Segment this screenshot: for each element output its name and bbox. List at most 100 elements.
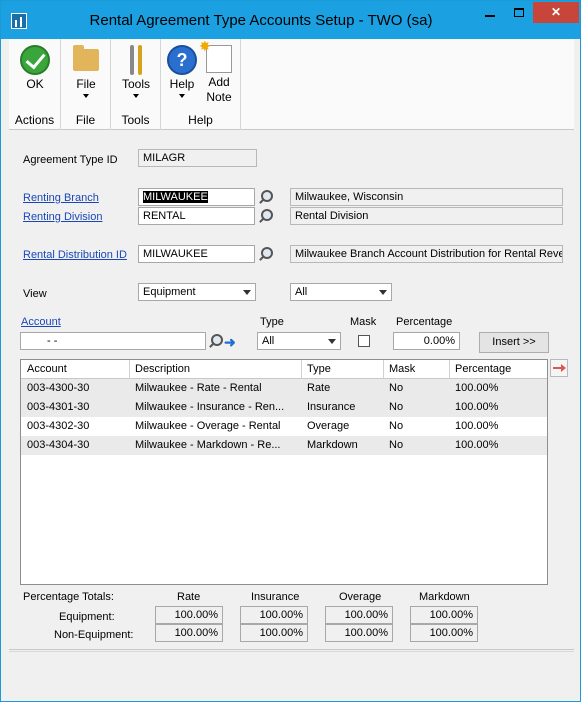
ribbon-group-actions: OK Actions <box>9 39 61 130</box>
arrow-right-icon[interactable]: ➜ <box>224 335 238 349</box>
accounts-grid: Account Description Type Mask Percentage… <box>20 359 548 585</box>
help-icon: ? <box>167 45 197 75</box>
ribbon-group-tools: Tools Tools <box>111 39 161 130</box>
ok-button-label: OK <box>26 77 44 91</box>
type-dropdown-value: All <box>262 335 275 347</box>
file-button[interactable]: File <box>67 45 105 98</box>
file-button-label: File <box>76 77 96 91</box>
cell-type: Rate <box>307 382 331 394</box>
totals-col-rate: Rate <box>177 591 201 603</box>
cell-mask: No <box>389 401 404 413</box>
tools-button[interactable]: Tools <box>117 45 155 98</box>
equipment-overage-total: 100.00% <box>325 606 393 624</box>
rental-distribution-id-link[interactable]: Rental Distribution ID <box>23 249 127 261</box>
ok-button[interactable]: OK <box>15 45 55 92</box>
percentage-totals-label: Percentage Totals: <box>23 591 114 603</box>
equipment-markdown-total: 100.00% <box>410 606 478 624</box>
tools-icon <box>124 45 148 75</box>
renting-branch-input[interactable]: MILWAUKEE <box>138 188 255 206</box>
chevron-down-icon <box>133 94 139 98</box>
chevron-down-icon <box>328 339 336 344</box>
renting-division-input[interactable]: RENTAL <box>138 207 255 225</box>
account-input[interactable]: - - <box>20 332 206 350</box>
table-row[interactable]: 003-4304-30 Milwaukee - Markdown - Re...… <box>21 436 547 455</box>
column-header-account[interactable]: Account <box>27 363 67 375</box>
agreement-type-id-label: Agreement Type ID <box>23 154 118 166</box>
column-header-description[interactable]: Description <box>135 363 190 375</box>
non-equipment-insurance-total: 100.00% <box>240 624 308 642</box>
maximize-icon <box>514 8 524 18</box>
cell-account: 003-4300-30 <box>27 382 90 394</box>
totals-col-insurance: Insurance <box>251 591 300 603</box>
view-label: View <box>23 288 47 300</box>
view-filter-dropdown[interactable]: All <box>290 283 392 301</box>
cell-percentage: 100.00% <box>455 401 499 413</box>
title-bar: Rental Agreement Type Accounts Setup - T… <box>1 1 580 39</box>
grid-header: Account Description Type Mask Percentage <box>21 360 547 379</box>
insert-button[interactable]: Insert >> <box>479 332 549 353</box>
mask-checkbox[interactable] <box>358 335 370 347</box>
expand-grid-icon[interactable] <box>550 359 568 377</box>
close-button[interactable]: ✕ <box>533 2 579 23</box>
cell-account: 003-4304-30 <box>27 439 90 451</box>
divider <box>9 649 574 650</box>
column-separator <box>449 360 450 379</box>
equipment-label: Equipment: <box>59 611 115 623</box>
lookup-icon[interactable] <box>257 189 273 205</box>
column-header-percentage[interactable]: Percentage <box>455 363 511 375</box>
non-equipment-overage-total: 100.00% <box>325 624 393 642</box>
type-label: Type <box>260 316 284 328</box>
totals-col-markdown: Markdown <box>419 591 470 603</box>
renting-branch-value: MILWAUKEE <box>143 191 208 203</box>
renting-division-link[interactable]: Renting Division <box>23 211 102 223</box>
help-button[interactable]: ? Help <box>165 45 199 98</box>
cell-description: Milwaukee - Overage - Rental <box>135 420 281 432</box>
cell-mask: No <box>389 382 404 394</box>
cell-percentage: 100.00% <box>455 382 499 394</box>
account-link[interactable]: Account <box>21 316 61 328</box>
mask-label: Mask <box>350 316 377 328</box>
lookup-icon[interactable] <box>257 208 273 224</box>
tools-button-label: Tools <box>121 77 150 91</box>
lookup-icon[interactable] <box>207 333 223 349</box>
ok-icon <box>20 45 50 75</box>
cell-type: Markdown <box>307 439 358 451</box>
cell-account: 003-4301-30 <box>27 401 90 413</box>
column-header-type[interactable]: Type <box>307 363 331 375</box>
chevron-down-icon <box>179 94 185 98</box>
add-note-icon <box>199 38 232 73</box>
ribbon: OK Actions File File Tools Tools ? Help <box>9 38 574 130</box>
cell-description: Milwaukee - Rate - Rental <box>135 382 262 394</box>
table-row[interactable]: 003-4301-30 Milwaukee - Insurance - Ren.… <box>21 398 547 417</box>
add-note-label-line1: Add <box>208 75 230 89</box>
minimize-button[interactable] <box>475 2 505 23</box>
folder-icon <box>73 45 99 71</box>
maximize-button[interactable] <box>505 2 533 23</box>
type-dropdown[interactable]: All <box>257 332 341 350</box>
ribbon-group-help: ? Help Add Note Help <box>161 38 241 130</box>
renting-branch-description: Milwaukee, Wisconsin <box>290 188 563 206</box>
non-equipment-markdown-total: 100.00% <box>410 624 478 642</box>
window-title: Rental Agreement Type Accounts Setup - T… <box>89 12 433 29</box>
column-separator <box>129 360 130 379</box>
rental-distribution-id-input[interactable]: MILWAUKEE <box>138 245 255 263</box>
cell-mask: No <box>389 439 404 451</box>
renting-division-description: Rental Division <box>290 207 563 225</box>
cell-percentage: 100.00% <box>455 420 499 432</box>
main-window: Rental Agreement Type Accounts Setup - T… <box>0 0 581 702</box>
renting-branch-link[interactable]: Renting Branch <box>23 192 99 204</box>
totals-col-overage: Overage <box>339 591 382 603</box>
minimize-icon <box>485 14 495 17</box>
lookup-icon[interactable] <box>257 246 273 262</box>
add-note-button[interactable]: Add Note <box>199 38 237 105</box>
cell-type: Overage <box>307 420 350 432</box>
percentage-input[interactable]: 0.00% <box>393 332 460 350</box>
group-label-tools: Tools <box>121 113 150 127</box>
column-header-mask[interactable]: Mask <box>389 363 415 375</box>
cell-type: Insurance <box>307 401 356 413</box>
equipment-rate-total: 100.00% <box>155 606 223 624</box>
table-row[interactable]: 003-4302-30 Milwaukee - Overage - Rental… <box>21 417 547 436</box>
view-dropdown[interactable]: Equipment <box>138 283 256 301</box>
table-row[interactable]: 003-4300-30 Milwaukee - Rate - Rental Ra… <box>21 379 547 398</box>
cell-account: 003-4302-30 <box>27 420 90 432</box>
